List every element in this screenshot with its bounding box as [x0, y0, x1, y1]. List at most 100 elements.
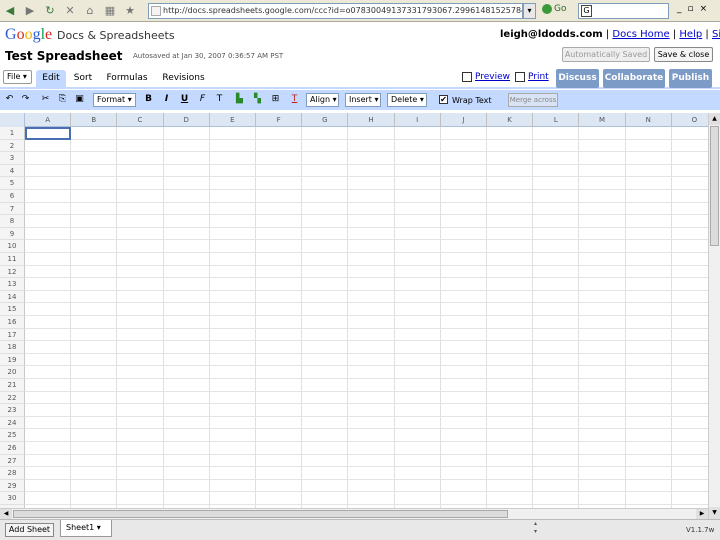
- vertical-scroll-thumb[interactable]: [710, 126, 719, 246]
- copy-icon[interactable]: ⎘: [57, 94, 68, 105]
- insert-dropdown[interactable]: Insert ▾: [345, 93, 381, 107]
- row-header[interactable]: 5: [0, 177, 25, 190]
- row-header[interactable]: 12: [0, 265, 25, 279]
- merge-across-button[interactable]: Merge across: [508, 93, 558, 107]
- file-menu-button[interactable]: File ▾: [3, 70, 32, 84]
- row-header[interactable]: 23: [0, 404, 25, 417]
- publish-button[interactable]: Publish: [669, 69, 712, 88]
- row-header[interactable]: 30: [0, 492, 25, 505]
- address-dropdown-button[interactable]: ▾: [523, 3, 536, 19]
- format-dropdown[interactable]: Format ▾: [93, 93, 136, 107]
- undo-icon[interactable]: ↶: [4, 94, 15, 105]
- google-logo[interactable]: Google: [5, 26, 52, 44]
- horizontal-scrollbar[interactable]: ◀ ▶: [0, 508, 708, 519]
- discuss-button[interactable]: Discuss: [556, 69, 599, 88]
- text-color-icon[interactable]: ▙: [234, 94, 245, 105]
- row-header[interactable]: 22: [0, 391, 25, 405]
- row-header[interactable]: 8: [0, 215, 25, 228]
- column-header[interactable]: G: [302, 113, 349, 127]
- history-icon[interactable]: ▦: [100, 2, 120, 20]
- delete-dropdown[interactable]: Delete ▾: [387, 93, 427, 107]
- row-header[interactable]: 9: [0, 227, 25, 241]
- row-header[interactable]: 10: [0, 240, 25, 253]
- column-header[interactable]: L: [533, 113, 580, 127]
- row-header[interactable]: 16: [0, 316, 25, 329]
- borders-icon[interactable]: ⊞: [270, 94, 281, 105]
- help-link[interactable]: Help: [679, 29, 702, 40]
- row-header[interactable]: 21: [0, 379, 25, 392]
- column-header[interactable]: A: [25, 113, 72, 127]
- scroll-right-icon[interactable]: ▶: [696, 509, 708, 519]
- column-header[interactable]: I: [395, 113, 441, 127]
- row-header[interactable]: 14: [0, 290, 25, 304]
- column-header[interactable]: B: [71, 113, 118, 127]
- print-link[interactable]: Print: [515, 72, 549, 82]
- row-header[interactable]: 26: [0, 442, 25, 455]
- column-header[interactable]: H: [348, 113, 395, 127]
- back-arrow-icon[interactable]: ◀: [0, 2, 20, 20]
- bold-icon[interactable]: B: [143, 94, 154, 105]
- horizontal-scroll-thumb[interactable]: [13, 510, 508, 518]
- tab-formulas[interactable]: Formulas: [101, 70, 153, 89]
- row-header[interactable]: 28: [0, 467, 25, 480]
- column-header[interactable]: E: [210, 113, 256, 127]
- tab-sort[interactable]: Sort: [68, 70, 98, 89]
- row-header[interactable]: 18: [0, 341, 25, 354]
- redo-icon[interactable]: ↷: [20, 94, 31, 105]
- spreadsheet-grid[interactable]: ABCDEFGHIJKLMNO 1 2 3 4 5 6 7 8 9 10 11 12 13 14 15 16 1…: [0, 113, 708, 519]
- row-header[interactable]: 20: [0, 366, 25, 379]
- scroll-up-icon[interactable]: ▲: [709, 113, 720, 125]
- refresh-icon[interactable]: ↻: [40, 2, 60, 20]
- browser-search-input[interactable]: G: [578, 3, 669, 19]
- column-header[interactable]: C: [117, 113, 164, 127]
- tab-edit[interactable]: Edit: [36, 70, 66, 89]
- scroll-left-icon[interactable]: ◀: [0, 509, 12, 519]
- italic-icon[interactable]: I: [161, 94, 172, 105]
- row-header[interactable]: 6: [0, 190, 25, 203]
- sign-out-link[interactable]: Sign Out: [712, 29, 720, 40]
- column-header[interactable]: K: [487, 113, 534, 127]
- scroll-down-icon[interactable]: ▼: [709, 507, 720, 519]
- document-title[interactable]: Test Spreadsheet: [5, 49, 122, 63]
- home-icon[interactable]: ⌂: [80, 2, 100, 20]
- background-color-icon[interactable]: ▚: [252, 94, 263, 105]
- row-header[interactable]: 27: [0, 454, 25, 468]
- clear-format-icon[interactable]: T: [289, 94, 300, 105]
- stop-icon[interactable]: ✕: [60, 2, 80, 20]
- row-header[interactable]: 17: [0, 328, 25, 342]
- row-header[interactable]: 4: [0, 164, 25, 178]
- paste-icon[interactable]: ▣: [74, 94, 85, 105]
- row-header[interactable]: 7: [0, 202, 25, 216]
- preview-link[interactable]: Preview: [462, 72, 510, 82]
- font-family-icon[interactable]: F: [197, 94, 208, 105]
- row-header[interactable]: 25: [0, 429, 25, 442]
- column-header[interactable]: D: [164, 113, 210, 127]
- minimize-icon[interactable]: _: [677, 4, 682, 14]
- active-cell-a1[interactable]: [25, 127, 72, 140]
- add-sheet-button[interactable]: Add Sheet: [5, 523, 54, 537]
- cut-icon[interactable]: ✂: [40, 94, 51, 105]
- row-header[interactable]: 3: [0, 152, 25, 165]
- forward-arrow-icon[interactable]: ▶: [20, 2, 40, 20]
- save-close-button[interactable]: Save & close: [654, 47, 713, 62]
- row-header[interactable]: 1: [0, 127, 25, 140]
- column-header[interactable]: M: [579, 113, 626, 127]
- bookmark-icon[interactable]: ★: [120, 2, 140, 20]
- row-header[interactable]: 13: [0, 278, 25, 291]
- row-header[interactable]: 19: [0, 353, 25, 367]
- underline-icon[interactable]: U: [179, 94, 190, 105]
- go-button[interactable]: Go: [542, 4, 566, 14]
- collaborate-button[interactable]: Collaborate: [603, 69, 665, 88]
- docs-home-link[interactable]: Docs Home: [612, 29, 669, 40]
- select-all-corner[interactable]: [0, 113, 25, 127]
- column-header[interactable]: J: [441, 113, 487, 127]
- font-size-icon[interactable]: T: [214, 94, 225, 105]
- close-icon[interactable]: ×: [700, 4, 708, 14]
- column-header[interactable]: O: [672, 113, 708, 127]
- sheet-tab[interactable]: Sheet1 ▾: [60, 520, 112, 537]
- row-header[interactable]: 24: [0, 416, 25, 430]
- restore-icon[interactable]: ▫: [688, 4, 694, 14]
- column-header[interactable]: F: [256, 113, 303, 127]
- column-header[interactable]: N: [626, 113, 672, 127]
- wrap-text-checkbox[interactable]: ✔: [439, 95, 448, 104]
